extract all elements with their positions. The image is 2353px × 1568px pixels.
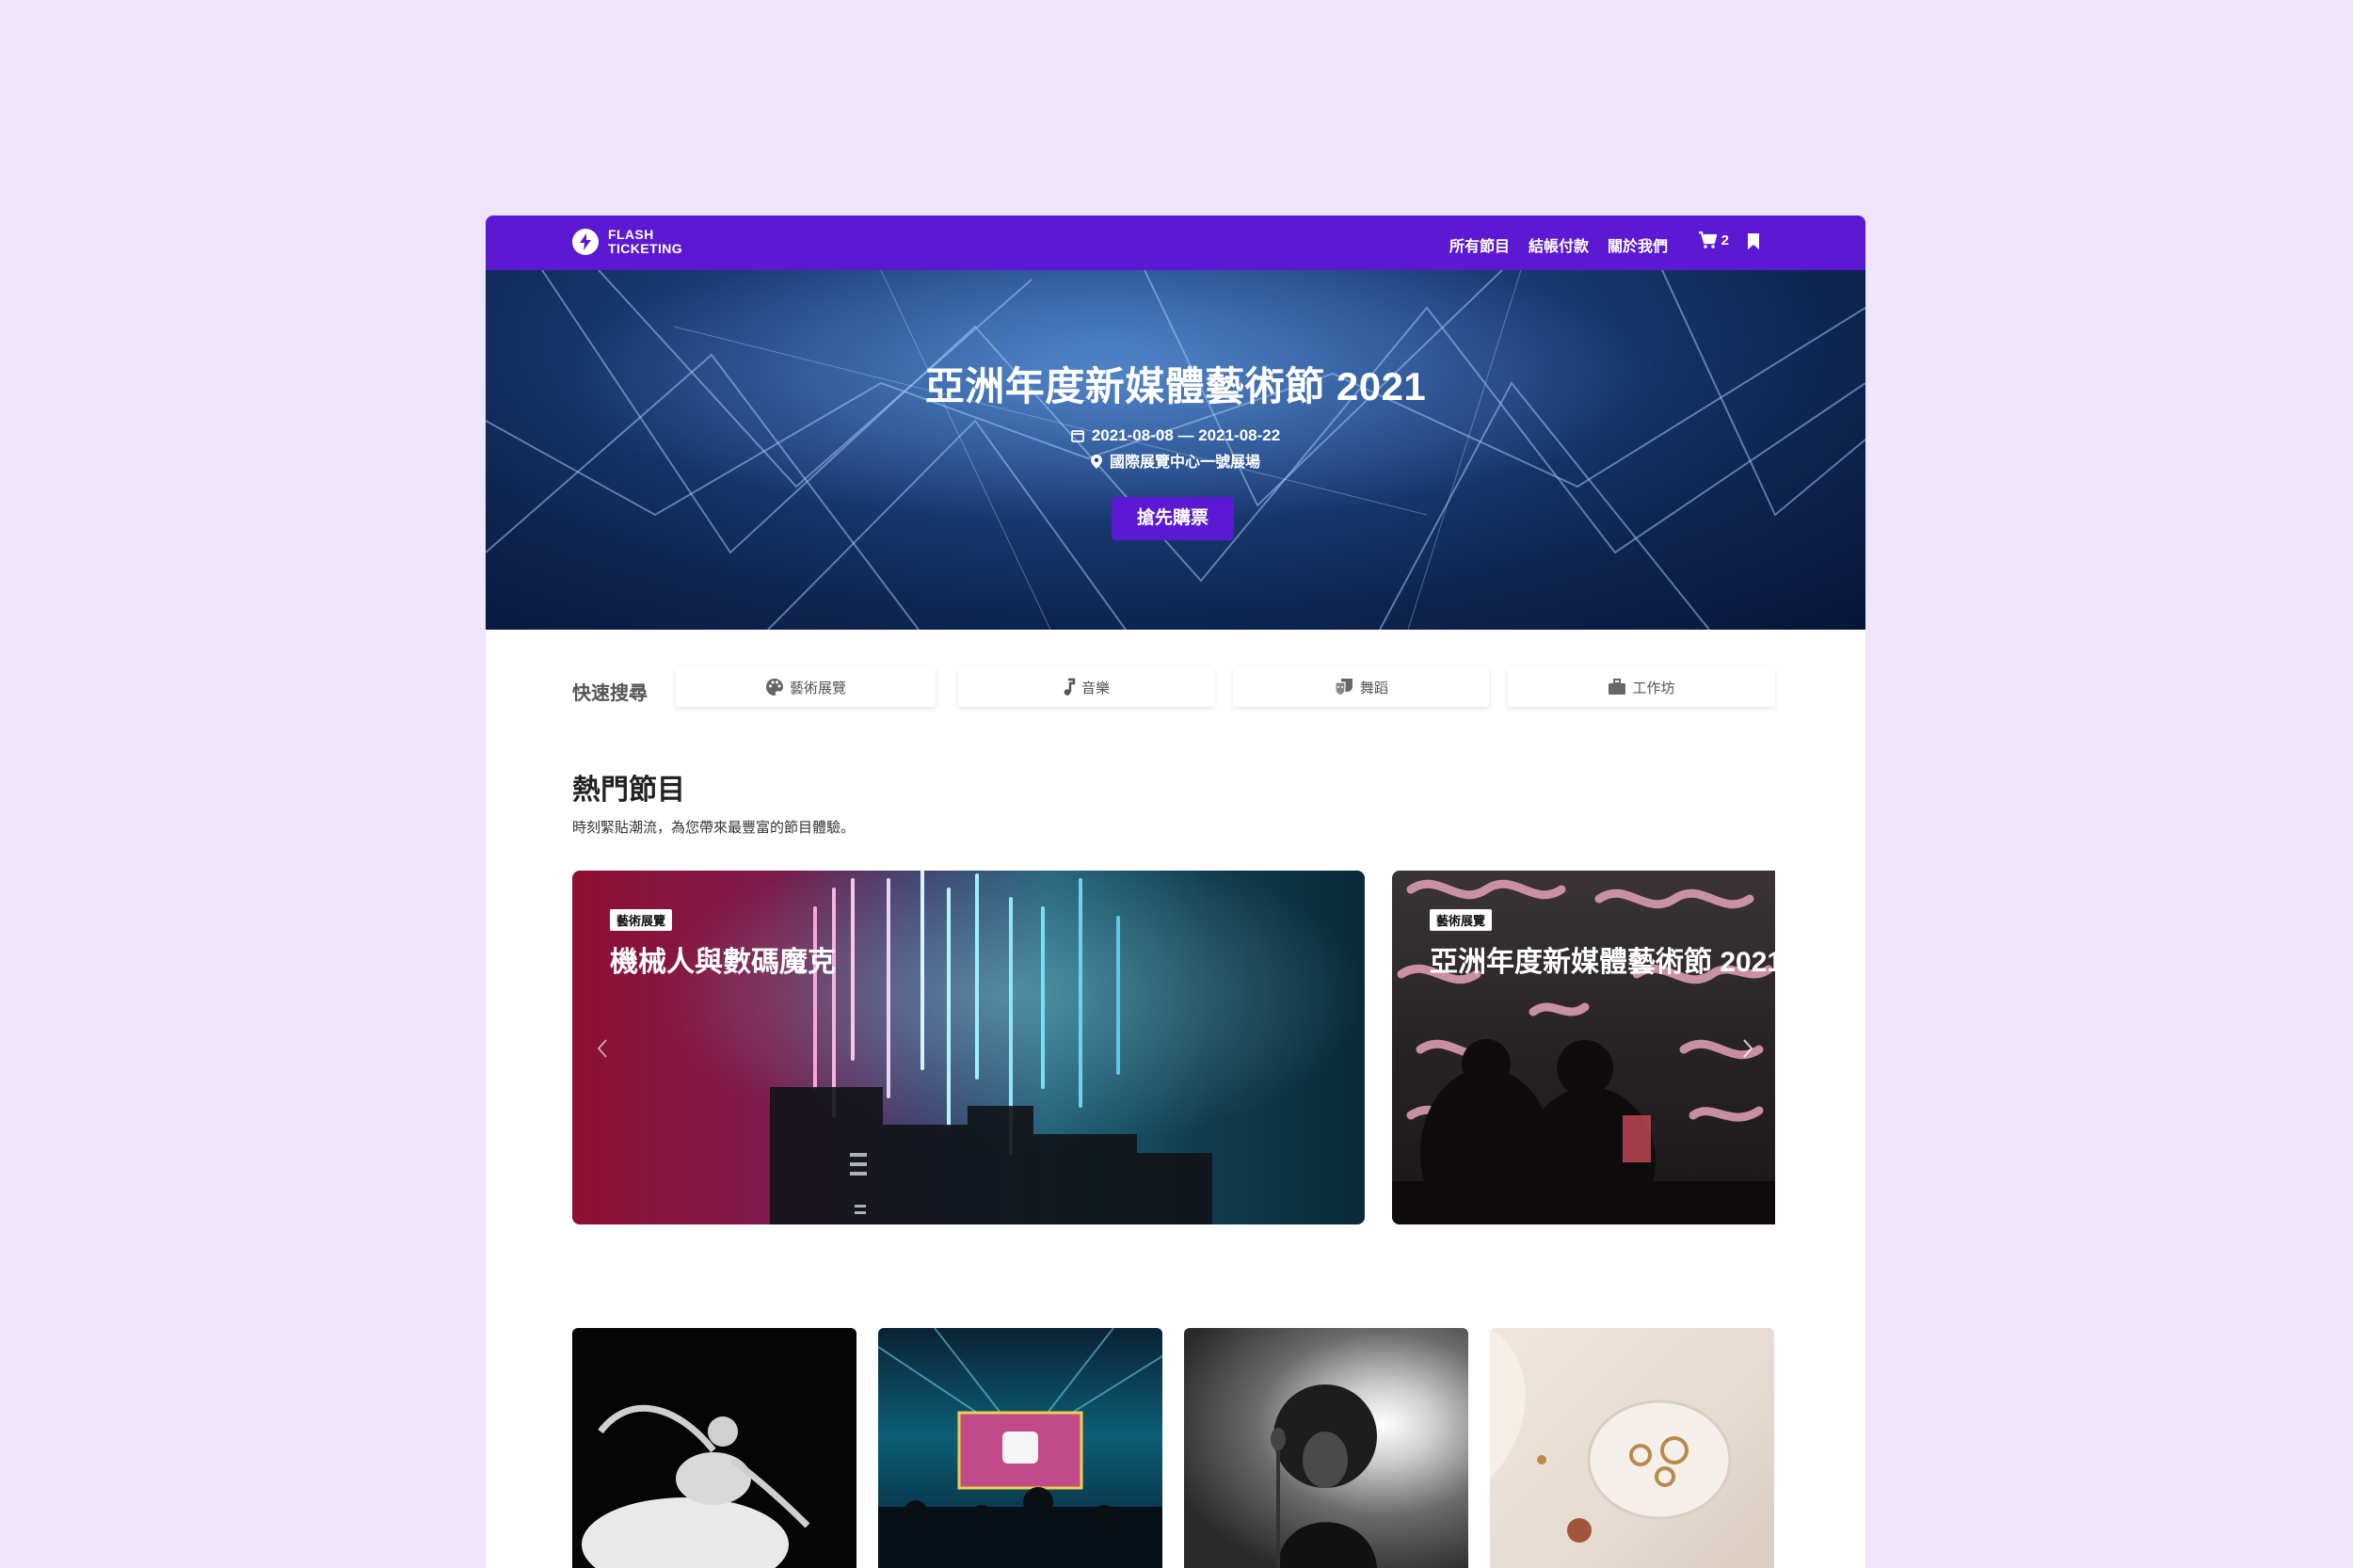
quick-search-art-exhibition-label: 藝術展覽 bbox=[789, 680, 846, 696]
cart-icon bbox=[1698, 231, 1717, 248]
theater-masks-icon bbox=[1334, 678, 1354, 696]
briefcase-icon bbox=[1608, 679, 1626, 696]
event-title: 亞洲年度新媒體藝術節 2021 bbox=[1430, 947, 1775, 978]
carousel-prev-icon[interactable] bbox=[597, 1038, 608, 1064]
event-title: 機械人與數碼魔克 bbox=[610, 947, 836, 978]
hot-events-subtitle: 時刻緊貼潮流，為您帶來最豐富的節目體驗。 bbox=[572, 820, 856, 836]
music-note-icon bbox=[1063, 678, 1076, 696]
cart-count: 2 bbox=[1721, 232, 1729, 248]
quick-search-workshop-label: 工作坊 bbox=[1632, 680, 1675, 696]
hero-venue: 國際展覽中心一號展場 bbox=[486, 449, 1865, 473]
hero-venue-text: 國際展覽中心一號展場 bbox=[1109, 455, 1260, 471]
quick-search-dance-label: 舞蹈 bbox=[1359, 680, 1388, 696]
top-navbar: FLASH TICKETING 所有節目 結帳付款 關於我們 2 bbox=[486, 216, 1865, 270]
slide-image-neon-city bbox=[572, 871, 1365, 1224]
nav-link-checkout[interactable]: 結帳付款 bbox=[1529, 233, 1589, 256]
ballet-dancer-image bbox=[582, 1404, 810, 1568]
palette-icon bbox=[765, 678, 784, 696]
event-thumbnail-jewelry[interactable] bbox=[1490, 1328, 1774, 1568]
hero-dates-text: 2021-08-08 — 2021-08-22 bbox=[1091, 426, 1281, 444]
bookmark-icon[interactable] bbox=[1747, 232, 1760, 255]
buy-tickets-button[interactable]: 搶先購票 bbox=[1112, 497, 1234, 540]
quick-search-dance[interactable]: 舞蹈 bbox=[1233, 667, 1489, 707]
hero-dates: 2021-08-08 — 2021-08-22 bbox=[486, 426, 1865, 447]
quick-search-art-exhibition[interactable]: 藝術展覽 bbox=[676, 667, 936, 707]
lightning-bolt-icon bbox=[572, 229, 599, 255]
jazz-singer-image bbox=[1271, 1384, 1377, 1568]
event-thumbnail-ballet[interactable] bbox=[572, 1328, 856, 1568]
carousel-slide[interactable]: 藝術展覽 機械人與數碼魔克 bbox=[572, 871, 1365, 1224]
nav-link-about[interactable]: 關於我們 bbox=[1608, 233, 1668, 256]
quick-search-music-label: 音樂 bbox=[1080, 680, 1110, 696]
event-category-tag: 藝術展覽 bbox=[610, 909, 673, 931]
hero-title: 亞洲年度新媒體藝術節 2021 bbox=[924, 364, 1427, 408]
carousel-next-icon[interactable] bbox=[1742, 1038, 1753, 1064]
brand-logo[interactable]: FLASH TICKETING bbox=[572, 228, 693, 256]
cart-button[interactable]: 2 bbox=[1698, 231, 1729, 249]
calendar-icon bbox=[1070, 428, 1084, 447]
location-pin-icon bbox=[1090, 455, 1102, 473]
carousel-slide[interactable]: 藝術展覽 亞洲年度新媒體藝術節 2021 bbox=[1392, 871, 1775, 1224]
quick-search-label: 快速搜尋 bbox=[572, 683, 648, 704]
nav-links: 所有節目 結帳付款 關於我們 bbox=[1449, 233, 1668, 256]
brand-name: FLASH TICKETING bbox=[608, 228, 693, 256]
quick-search-workshop[interactable]: 工作坊 bbox=[1508, 667, 1775, 707]
event-thumbnail-concert[interactable] bbox=[878, 1328, 1162, 1568]
hero-banner: 亞洲年度新媒體藝術節 2021 2021-08-08 — 2021-08-22 … bbox=[486, 270, 1865, 630]
concert-stage-image bbox=[878, 1328, 1162, 1568]
brand-name-line2: TICKETING bbox=[608, 241, 683, 256]
jewelry-dish-image bbox=[1490, 1328, 1732, 1543]
browser-frame: FLASH TICKETING 所有節目 結帳付款 關於我們 2 亞洲年度新媒體… bbox=[486, 216, 1865, 1568]
quick-search-music[interactable]: 音樂 bbox=[958, 667, 1214, 707]
hot-events-title: 熱門節目 bbox=[572, 775, 685, 806]
brand-name-line1: FLASH bbox=[608, 227, 654, 242]
nav-link-all-events[interactable]: 所有節目 bbox=[1449, 233, 1510, 256]
event-thumbnail-singer[interactable] bbox=[1184, 1328, 1468, 1568]
event-category-tag: 藝術展覽 bbox=[1430, 909, 1493, 931]
